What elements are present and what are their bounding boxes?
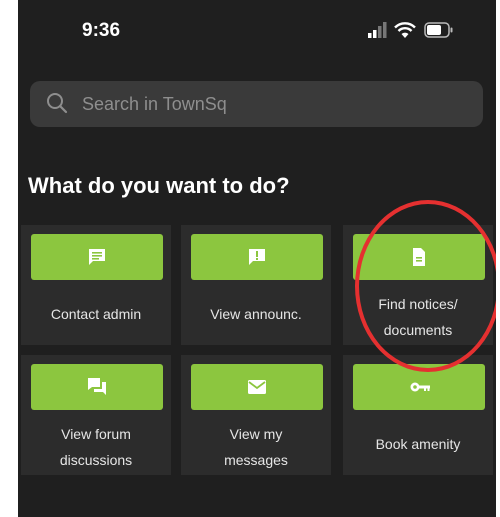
view-announcements-card[interactable]: View announc. xyxy=(181,225,331,345)
book-amenity-label: Book amenity xyxy=(343,431,493,457)
search-placeholder: Search in TownSq xyxy=(82,94,227,114)
battery-icon xyxy=(424,22,453,38)
contact-admin-card[interactable]: Contact admin xyxy=(21,225,171,345)
contact-admin-button[interactable] xyxy=(31,234,163,280)
search-bar[interactable]: Search in TownSq xyxy=(30,81,483,127)
wifi-icon xyxy=(394,22,416,38)
book-amenity-card[interactable]: Book amenity xyxy=(343,355,493,475)
find-documents-card[interactable]: Find notices/ documents xyxy=(343,225,493,345)
view-messages-card[interactable]: View my messages xyxy=(181,355,331,475)
view-messages-label-line1: View my xyxy=(229,426,283,442)
cellular-signal-icon xyxy=(368,22,387,38)
find-documents-button[interactable] xyxy=(353,234,485,280)
view-messages-label-line2: messages xyxy=(224,452,288,468)
status-time: 9:36 xyxy=(82,20,121,41)
view-announcements-button[interactable] xyxy=(191,234,323,280)
envelope-icon xyxy=(248,380,266,394)
view-forum-card[interactable]: View forum discussions xyxy=(21,355,171,475)
status-bar: 9:36 xyxy=(18,0,496,62)
contact-admin-label-line1: Contact admin xyxy=(50,306,142,322)
view-forum-button[interactable] xyxy=(31,364,163,410)
book-amenity-label-line1: Book amenity xyxy=(375,436,461,452)
forum-icon xyxy=(88,378,106,395)
find-documents-label-line2: documents xyxy=(383,322,453,338)
view-announcements-label-line1: View announc. xyxy=(210,306,302,322)
view-messages-label: View my messages xyxy=(181,421,331,473)
view-messages-button[interactable] xyxy=(191,364,323,410)
view-forum-label-line1: View forum xyxy=(61,426,131,442)
view-announcements-label: View announc. xyxy=(181,301,331,327)
document-icon xyxy=(413,248,425,266)
find-documents-label: Find notices/ documents xyxy=(343,291,493,343)
key-icon xyxy=(410,382,430,392)
chat-bubble-icon xyxy=(89,249,105,265)
app-screen: 9:36 Search in TownSq What do you want t… xyxy=(18,0,496,517)
search-icon xyxy=(47,93,68,114)
find-documents-label-line1: Find notices/ xyxy=(378,296,458,312)
contact-admin-label: Contact admin xyxy=(21,301,171,327)
book-amenity-button[interactable] xyxy=(353,364,485,410)
view-forum-label: View forum discussions xyxy=(21,421,171,473)
announcement-icon xyxy=(249,249,265,265)
section-title: What do you want to do? xyxy=(28,173,290,198)
view-forum-label-line2: discussions xyxy=(59,452,133,468)
